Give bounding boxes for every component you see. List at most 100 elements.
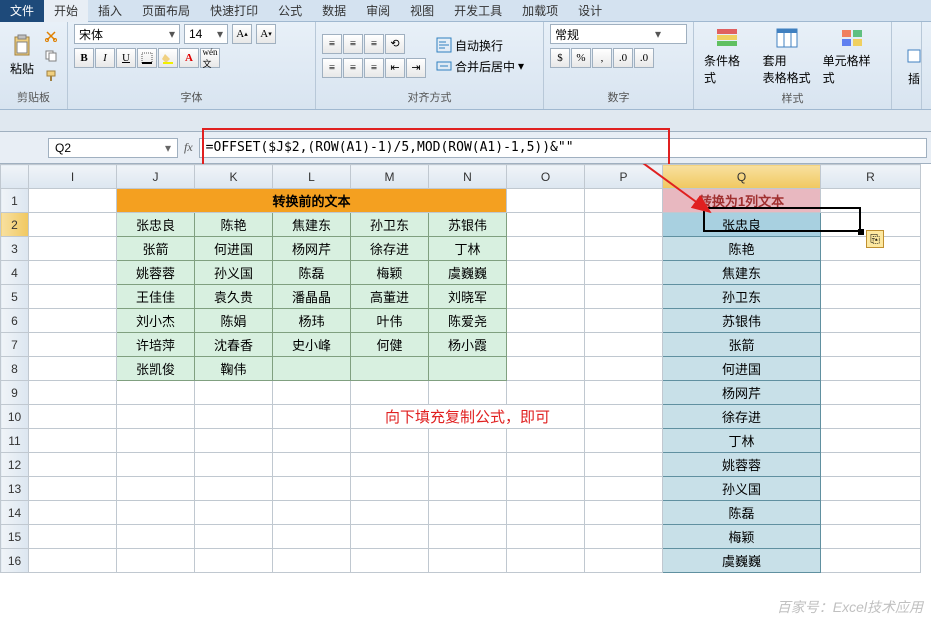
cell-R15[interactable] (821, 525, 921, 549)
cell-Q5[interactable]: 孙卫东 (663, 285, 821, 309)
cell-Q6[interactable]: 苏银伟 (663, 309, 821, 333)
paste-button[interactable]: 粘贴 (6, 32, 38, 79)
copy-icon[interactable] (42, 47, 60, 65)
cell-K16[interactable] (195, 549, 273, 573)
tab-view[interactable]: 视图 (400, 0, 444, 22)
cell-Q9[interactable]: 杨网芹 (663, 381, 821, 405)
cell-J5[interactable]: 王佳佳 (117, 285, 195, 309)
cell-I16[interactable] (29, 549, 117, 573)
cell-R14[interactable] (821, 501, 921, 525)
align-top-icon[interactable]: ≡ (322, 34, 342, 54)
cell-M4[interactable]: 梅颖 (351, 261, 429, 285)
cell-L12[interactable] (273, 453, 351, 477)
align-bottom-icon[interactable]: ≡ (364, 34, 384, 54)
cell-O13[interactable] (507, 477, 585, 501)
cell-J14[interactable] (117, 501, 195, 525)
cell-K2[interactable]: 陈艳 (195, 213, 273, 237)
cell-I9[interactable] (29, 381, 117, 405)
row-header-11[interactable]: 11 (1, 429, 29, 453)
cell-Q15[interactable]: 梅颖 (663, 525, 821, 549)
cell-P12[interactable] (585, 453, 663, 477)
cell-K9[interactable] (195, 381, 273, 405)
cell-P16[interactable] (585, 549, 663, 573)
name-box[interactable]: Q2 ▾ (48, 138, 178, 158)
cell-R8[interactable] (821, 357, 921, 381)
cell-K11[interactable] (195, 429, 273, 453)
cell-L2[interactable]: 焦建东 (273, 213, 351, 237)
cell-O14[interactable] (507, 501, 585, 525)
cell-O15[interactable] (507, 525, 585, 549)
cell-N6[interactable]: 陈爱尧 (429, 309, 507, 333)
dec-decimal-icon[interactable]: .0 (634, 48, 654, 68)
cell-Q2[interactable]: 张忠良 (663, 213, 821, 237)
cell-L14[interactable] (273, 501, 351, 525)
cell-style-button[interactable]: 单元格样式 (819, 24, 885, 88)
row-header-7[interactable]: 7 (1, 333, 29, 357)
cell-J1[interactable]: 转换前的文本 (117, 189, 507, 213)
tab-quickprint[interactable]: 快速打印 (200, 0, 268, 22)
cell-R6[interactable] (821, 309, 921, 333)
tab-design[interactable]: 设计 (568, 0, 612, 22)
cell-R7[interactable] (821, 333, 921, 357)
format-painter-icon[interactable] (42, 67, 60, 85)
cell-I5[interactable] (29, 285, 117, 309)
cell-I13[interactable] (29, 477, 117, 501)
align-center-icon[interactable]: ≡ (343, 58, 363, 78)
cell-L15[interactable] (273, 525, 351, 549)
cell-Q3[interactable]: 陈艳 (663, 237, 821, 261)
cell-M13[interactable] (351, 477, 429, 501)
cell-M2[interactable]: 孙卫东 (351, 213, 429, 237)
cell-O12[interactable] (507, 453, 585, 477)
merge-button[interactable]: 合并后居中▾ (436, 58, 524, 75)
formula-input[interactable] (199, 138, 927, 158)
row-header-16[interactable]: 16 (1, 549, 29, 573)
row-header-6[interactable]: 6 (1, 309, 29, 333)
cell-K8[interactable]: 鞠伟 (195, 357, 273, 381)
cell-K14[interactable] (195, 501, 273, 525)
cell-K4[interactable]: 孙义国 (195, 261, 273, 285)
cell-Q14[interactable]: 陈磊 (663, 501, 821, 525)
col-header-L[interactable]: L (273, 165, 351, 189)
cell-P11[interactable] (585, 429, 663, 453)
comma-icon[interactable]: , (592, 48, 612, 68)
cell-M14[interactable] (351, 501, 429, 525)
cell-R10[interactable] (821, 405, 921, 429)
cell-O1[interactable] (507, 189, 585, 213)
tab-insert[interactable]: 插入 (88, 0, 132, 22)
cell-L3[interactable]: 杨网芹 (273, 237, 351, 261)
cut-icon[interactable] (42, 27, 60, 45)
col-header-J[interactable]: J (117, 165, 195, 189)
cell-J2[interactable]: 张忠良 (117, 213, 195, 237)
cell-Q13[interactable]: 孙义国 (663, 477, 821, 501)
cell-I6[interactable] (29, 309, 117, 333)
smart-tag-icon[interactable]: ⎘ (866, 230, 884, 248)
cell-O7[interactable] (507, 333, 585, 357)
cell-P14[interactable] (585, 501, 663, 525)
cell-J13[interactable] (117, 477, 195, 501)
align-right-icon[interactable]: ≡ (364, 58, 384, 78)
cell-Q11[interactable]: 丁林 (663, 429, 821, 453)
cell-O5[interactable] (507, 285, 585, 309)
row-header-2[interactable]: 2 (1, 213, 29, 237)
chevron-down-icon[interactable]: ▾ (165, 141, 171, 155)
cell-P4[interactable] (585, 261, 663, 285)
cell-J4[interactable]: 姚蓉蓉 (117, 261, 195, 285)
cell-L8[interactable] (273, 357, 351, 381)
tab-review[interactable]: 审阅 (356, 0, 400, 22)
fx-icon[interactable]: fx (184, 140, 193, 155)
row-header-8[interactable]: 8 (1, 357, 29, 381)
insert-cells-button[interactable]: 插 (898, 42, 930, 89)
cell-O9[interactable] (507, 381, 585, 405)
cell-K3[interactable]: 何进国 (195, 237, 273, 261)
cond-format-button[interactable]: 条件格式 (700, 24, 755, 88)
row-header-4[interactable]: 4 (1, 261, 29, 285)
cell-I15[interactable] (29, 525, 117, 549)
col-header-K[interactable]: K (195, 165, 273, 189)
col-header-O[interactable]: O (507, 165, 585, 189)
cell-K7[interactable]: 沈春香 (195, 333, 273, 357)
cell-K10[interactable] (195, 405, 273, 429)
underline-button[interactable]: U (116, 48, 136, 68)
cell-M11[interactable] (351, 429, 429, 453)
cell-P9[interactable] (585, 381, 663, 405)
decrease-font-icon[interactable]: A▾ (256, 24, 276, 44)
